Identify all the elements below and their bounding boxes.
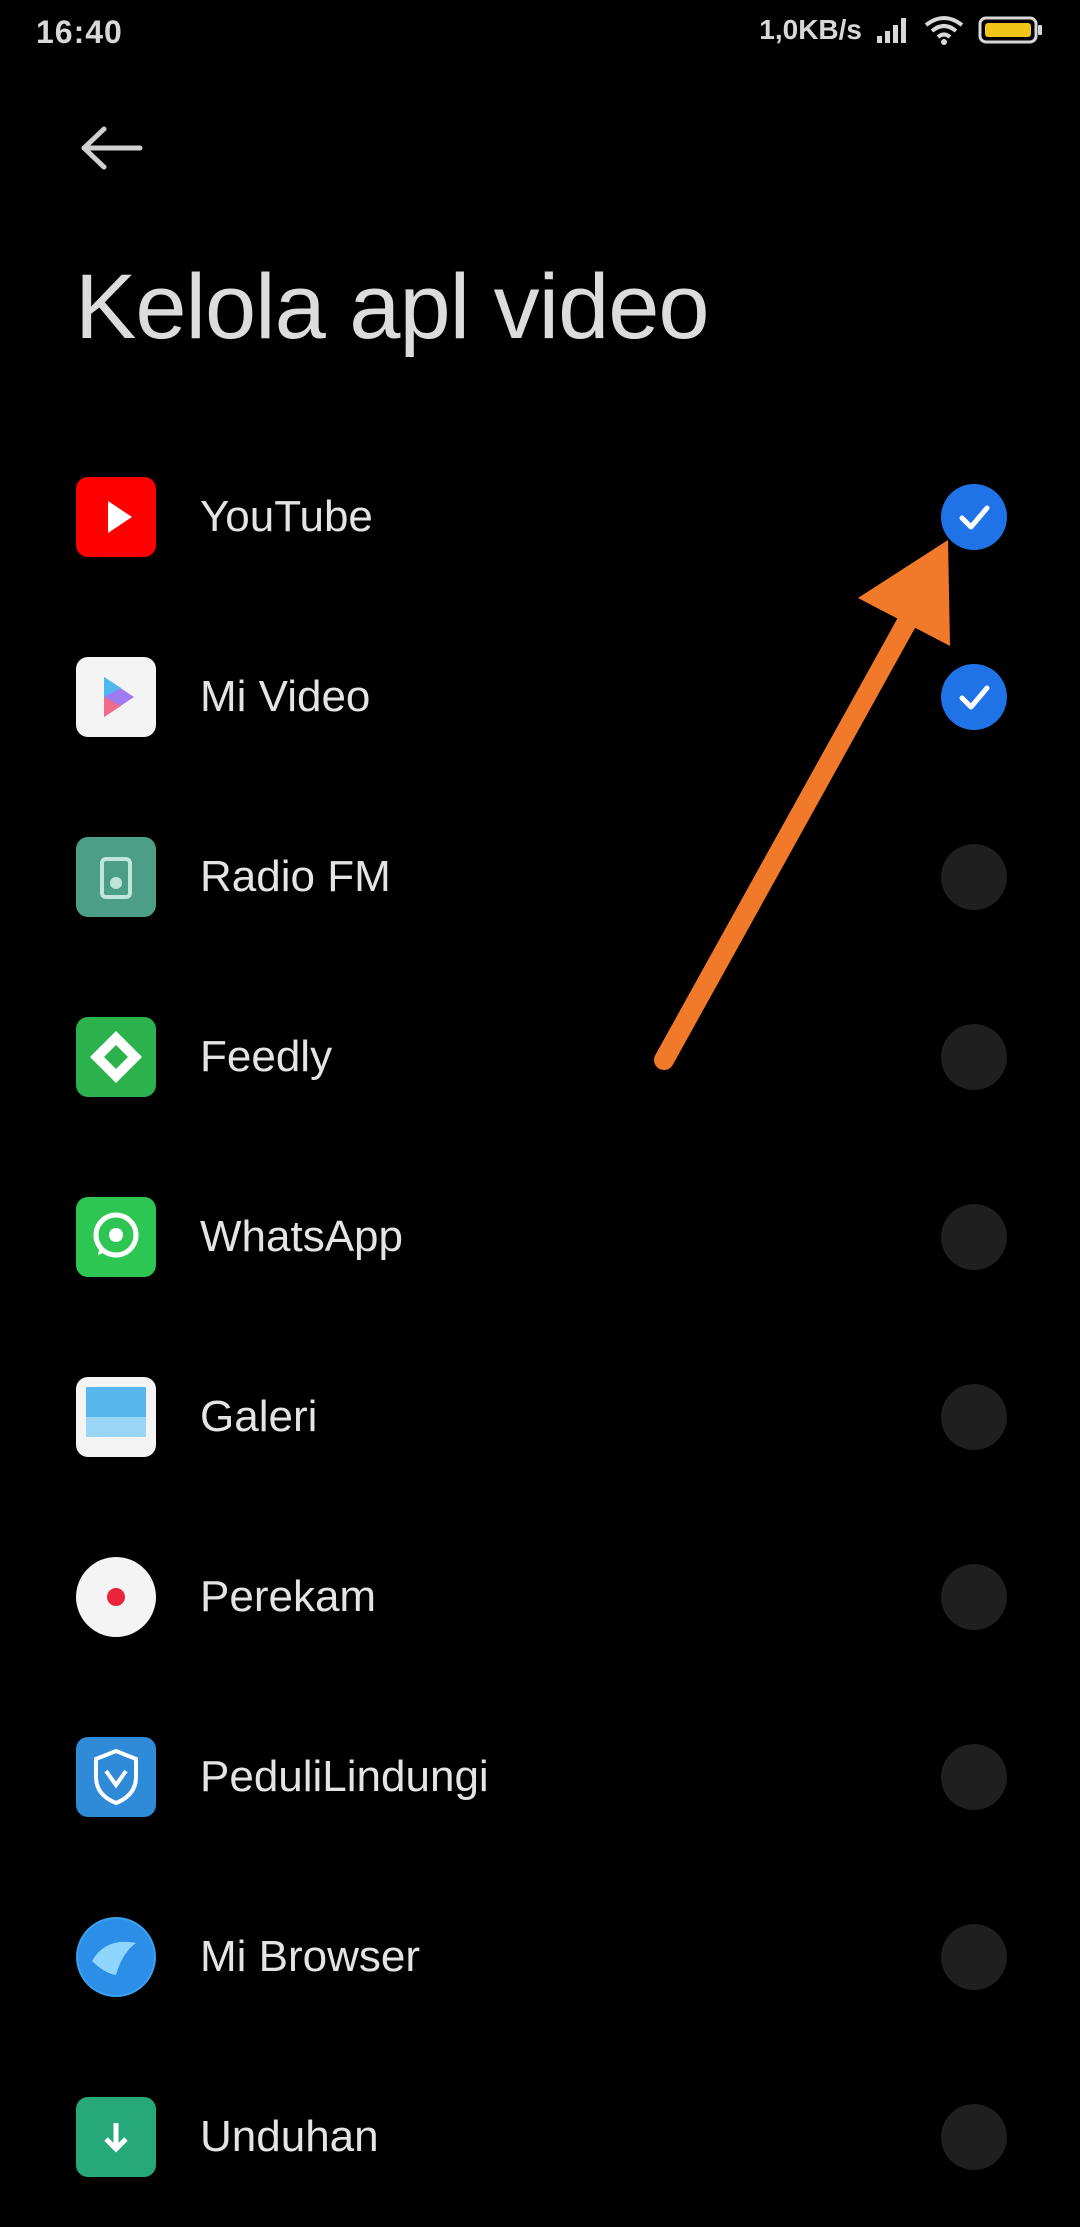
recorder-icon — [76, 1557, 156, 1637]
list-item[interactable]: YouTube — [0, 427, 1080, 607]
wifi-icon — [924, 16, 964, 45]
status-time: 16:40 — [36, 14, 123, 50]
list-item[interactable]: Feedly — [0, 967, 1080, 1147]
list-item[interactable]: WhatsApp — [0, 1147, 1080, 1327]
app-checkbox[interactable] — [941, 484, 1007, 550]
app-checkbox[interactable] — [941, 1744, 1007, 1810]
pedulilindungi-icon — [76, 1737, 156, 1817]
list-item[interactable]: Radio FM — [0, 787, 1080, 967]
app-name: Radio FM — [200, 852, 391, 901]
list-item[interactable]: Mi Browser — [0, 1867, 1080, 2047]
mi-video-icon — [76, 657, 156, 737]
checkmark-icon — [959, 505, 990, 530]
gallery-icon — [76, 1377, 156, 1457]
app-name: YouTube — [200, 492, 373, 541]
status-bar: 16:40 1,0KB/s — [0, 0, 1080, 70]
app-name: Mi Browser — [200, 1932, 421, 1981]
app-name: Galeri — [200, 1392, 318, 1441]
feedly-icon — [76, 1017, 156, 1097]
app-checkbox[interactable] — [941, 1924, 1007, 1990]
status-icons: 1,0KB/s — [759, 14, 1044, 46]
signal-icon — [877, 18, 906, 43]
app-name: PeduliLindungi — [200, 1752, 489, 1801]
app-checkbox[interactable] — [941, 2104, 1007, 2170]
app-list: YouTube Mi Video Radio FM Feedly WhatsAp… — [0, 427, 1080, 2227]
app-name: Mi Video — [200, 672, 371, 721]
downloads-icon — [76, 2097, 156, 2177]
app-name: Feedly — [200, 1032, 333, 1081]
whatsapp-icon — [76, 1197, 156, 1277]
app-name: WhatsApp — [200, 1212, 403, 1261]
battery-icon — [978, 16, 1042, 44]
arrow-left-icon — [81, 126, 143, 170]
radio-fm-icon — [76, 837, 156, 917]
app-checkbox[interactable] — [941, 1384, 1007, 1450]
mi-browser-icon — [76, 1917, 156, 1997]
app-name: Unduhan — [200, 2112, 379, 2161]
list-item[interactable]: Perekam — [0, 1507, 1080, 1687]
app-checkbox[interactable] — [941, 664, 1007, 730]
app-checkbox[interactable] — [941, 844, 1007, 910]
list-item[interactable]: Mi Video — [0, 607, 1080, 787]
app-checkbox[interactable] — [941, 1564, 1007, 1630]
app-name: Perekam — [200, 1572, 377, 1621]
list-item[interactable]: Unduhan — [0, 2047, 1080, 2227]
checkmark-icon — [959, 685, 990, 710]
youtube-icon — [76, 477, 156, 557]
app-checkbox[interactable] — [941, 1024, 1007, 1090]
network-speed: 1,0KB/s — [759, 14, 862, 45]
back-button[interactable] — [78, 118, 158, 178]
list-item[interactable]: Galeri — [0, 1327, 1080, 1507]
app-checkbox[interactable] — [941, 1204, 1007, 1270]
page-title: Kelola apl video — [75, 256, 710, 358]
list-item[interactable]: PeduliLindungi — [0, 1687, 1080, 1867]
